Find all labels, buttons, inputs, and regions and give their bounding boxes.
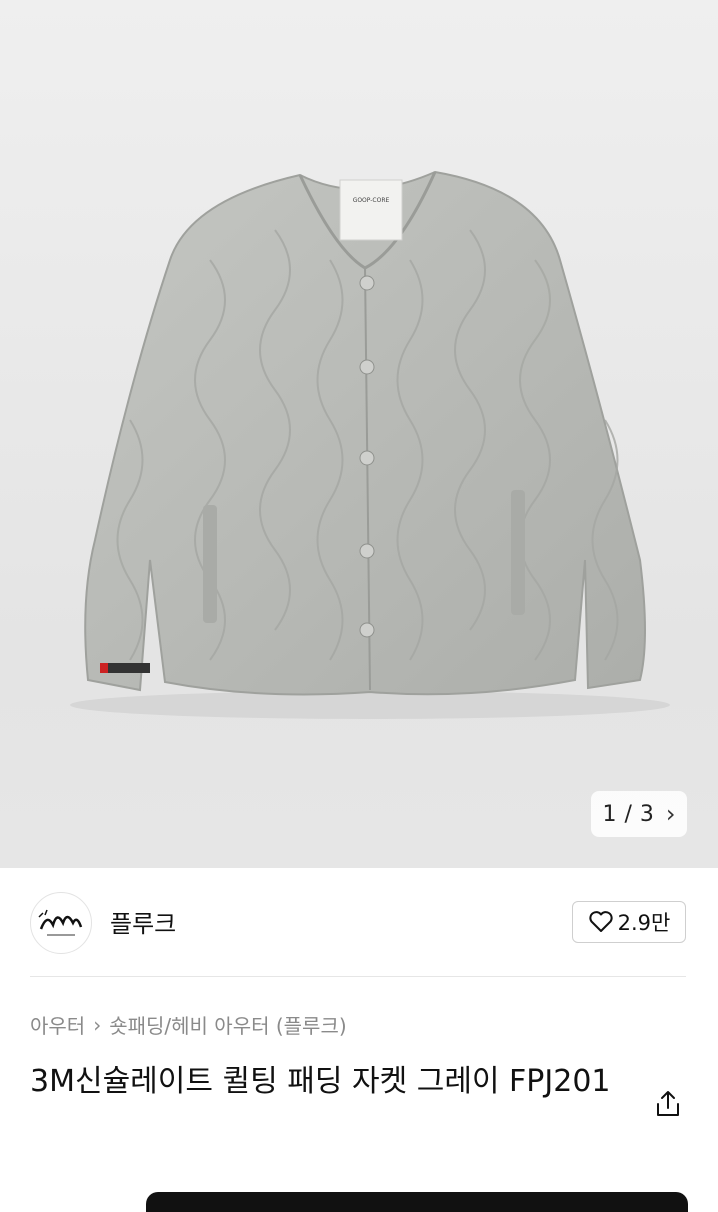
brand-logo-icon [38, 909, 83, 936]
breadcrumb: 아우터 › 숏패딩/헤비 아우터 (플루크) [30, 1010, 347, 1039]
chevron-right-icon[interactable]: › [666, 800, 676, 828]
product-title: 3M신슐레이트 퀼팅 패딩 자켓 그레이 FPJ201 [30, 1064, 611, 1099]
heart-outline-icon [589, 911, 613, 932]
breadcrumb-category[interactable]: 아우터 [30, 1010, 85, 1039]
jacket-label-text: GOOP-CORE [353, 197, 390, 204]
share-icon [657, 1091, 679, 1116]
share-button[interactable] [652, 1088, 684, 1120]
seller-row: 플루크 2.9만 [0, 868, 718, 976]
bottom-action-bar[interactable] [146, 1192, 688, 1212]
seller-name[interactable]: 플루크 [110, 904, 176, 939]
like-button[interactable]: 2.9만 [572, 901, 686, 943]
like-count: 2.9만 [617, 911, 671, 935]
seller-avatar[interactable] [30, 892, 92, 954]
section-divider [30, 976, 686, 977]
image-counter-current: 1 [602, 801, 617, 827]
product-photo: GOOP-CORE [70, 170, 670, 719]
breadcrumb-subcategory[interactable]: 숏패딩/헤비 아우터 (플루크) [109, 1010, 346, 1039]
product-image-gallery[interactable]: GOOP-CORE 1 / 3 › [0, 0, 718, 868]
image-counter-separator: / [624, 801, 632, 827]
image-counter[interactable]: 1 / 3 › [591, 791, 687, 837]
image-counter-total: 3 [639, 801, 654, 827]
chevron-right-icon: › [93, 1012, 102, 1037]
